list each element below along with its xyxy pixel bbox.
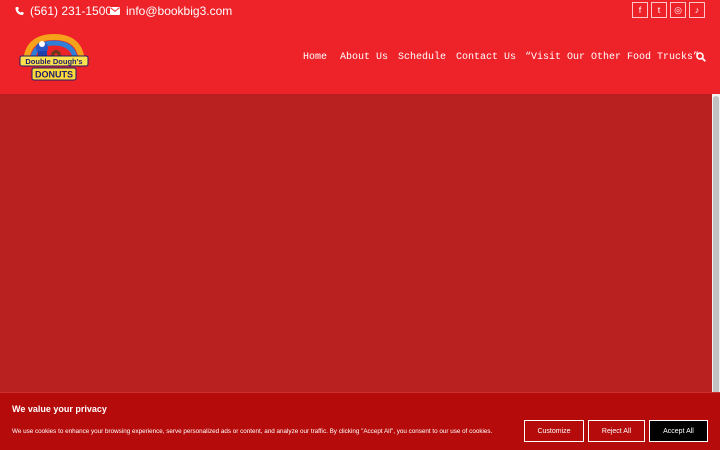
phone-number: (561) 231-1500	[30, 4, 113, 18]
reject-all-button[interactable]: Reject All	[588, 420, 645, 442]
envelope-icon	[110, 7, 120, 15]
twitter-icon[interactable]: t	[651, 2, 667, 18]
logo-text-bottom: DONUTS	[35, 70, 73, 80]
social-links: f t ◎ ♪	[632, 2, 705, 18]
email-link[interactable]: info@bookbig3.com	[110, 4, 232, 18]
cookie-banner-title: We value your privacy	[12, 404, 107, 414]
site-header: (561) 231-1500 info@bookbig3.com f t ◎ ♪…	[0, 0, 720, 94]
cookie-banner-text: We use cookies to enhance your browsing …	[12, 428, 493, 435]
nav-schedule[interactable]: Schedule	[398, 51, 446, 65]
instagram-icon[interactable]: ◎	[670, 2, 686, 18]
nav-contact-us[interactable]: Contact Us	[456, 51, 516, 65]
search-icon[interactable]	[696, 52, 706, 62]
nav-other-food-trucks[interactable]: “Visit Our Other Food Trucks”	[525, 51, 699, 65]
hero-section	[0, 94, 712, 392]
main-nav: Home About Us Schedule Contact Us “Visit…	[0, 51, 720, 65]
accept-all-button[interactable]: Accept All	[649, 420, 708, 442]
phone-icon	[15, 6, 24, 16]
top-bar: (561) 231-1500 info@bookbig3.com f t ◎ ♪	[0, 0, 720, 22]
nav-home[interactable]: Home	[303, 51, 327, 65]
nav-about-us[interactable]: About Us	[340, 51, 388, 65]
customize-button[interactable]: Customize	[524, 420, 584, 442]
phone-link[interactable]: (561) 231-1500	[15, 4, 112, 18]
facebook-icon[interactable]: f	[632, 2, 648, 18]
email-address: info@bookbig3.com	[126, 4, 233, 18]
scrollbar-thumb[interactable]	[713, 96, 719, 396]
tiktok-icon[interactable]: ♪	[689, 2, 705, 18]
cookie-consent-banner: We value your privacy We use cookies to …	[0, 392, 720, 450]
